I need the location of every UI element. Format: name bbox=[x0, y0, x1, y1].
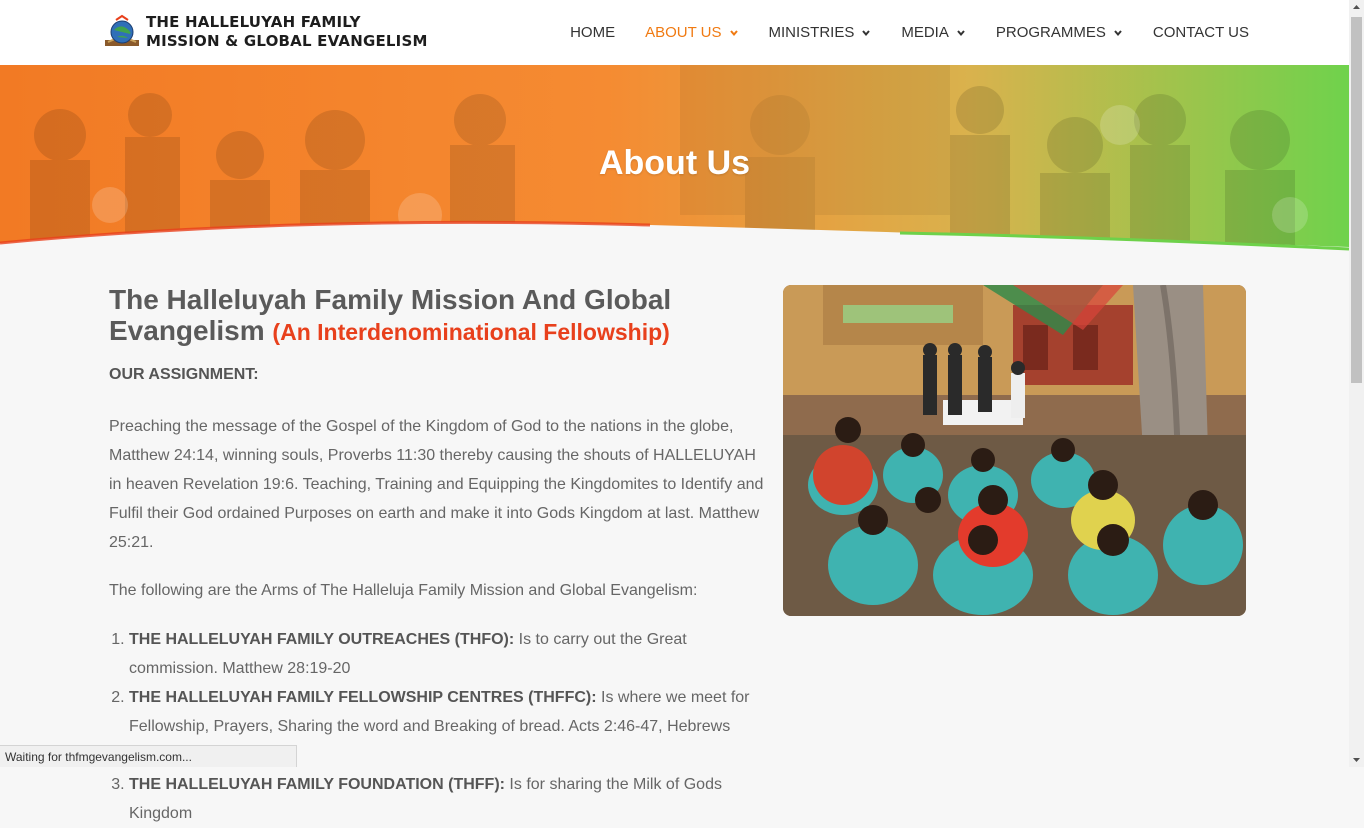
nav-ministries-label: MINISTRIES bbox=[768, 24, 855, 41]
brand-line-2: MISSION & GLOBAL EVANGELISM bbox=[146, 32, 428, 50]
assignment-label: OUR ASSIGNMENT: bbox=[109, 366, 259, 383]
main-nav: HOME ABOUT US MINISTRIES MEDIA PROGRAMME… bbox=[570, 0, 1249, 65]
arms-list: THE HALLELUYAH FAMILY OUTREACHES (THFO):… bbox=[109, 625, 771, 828]
nav-home[interactable]: HOME bbox=[570, 24, 615, 41]
browser-status-bar: Waiting for thfmgevangelism.com... bbox=[0, 745, 297, 767]
brand-line-1: THE HALLELUYAH FAMILY bbox=[146, 13, 361, 31]
arm-title: THE HALLELUYAH FAMILY OUTREACHES (THFO): bbox=[129, 631, 515, 648]
hero-title: About Us bbox=[598, 144, 751, 182]
nav-contact-label: CONTACT US bbox=[1152, 24, 1249, 41]
nav-home-label: HOME bbox=[570, 24, 616, 41]
chevron-down-icon bbox=[729, 29, 738, 36]
nav-media-label: MEDIA bbox=[901, 24, 949, 41]
globe-logo-icon bbox=[105, 14, 139, 46]
scroll-up-arrow-icon[interactable] bbox=[1349, 0, 1364, 15]
nav-about-label: ABOUT US bbox=[645, 24, 722, 41]
nav-contact-us[interactable]: CONTACT US bbox=[1153, 24, 1249, 41]
about-content: The Halleluyah Family Mission And Global… bbox=[109, 284, 771, 822]
nav-media[interactable]: MEDIA bbox=[901, 24, 966, 41]
arm-title: THE HALLELUYAH FAMILY FOUNDATION (THFF): bbox=[129, 776, 505, 793]
page-scrollbar[interactable] bbox=[1349, 0, 1364, 767]
congregation-image bbox=[783, 285, 1246, 616]
chevron-down-icon bbox=[862, 29, 871, 36]
site-header: THE HALLELUYAH FAMILY MISSION & GLOBAL E… bbox=[0, 0, 1349, 65]
nav-about-us[interactable]: ABOUT US bbox=[645, 24, 738, 41]
arms-intro: The following are the Arms of The Hallel… bbox=[109, 582, 698, 599]
nav-ministries[interactable]: MINISTRIES bbox=[769, 24, 872, 41]
chevron-down-icon bbox=[957, 29, 965, 36]
list-item: THE HALLELUYAH FAMILY OUTREACHES (THFO):… bbox=[129, 625, 771, 683]
page-heading: The Halleluyah Family Mission And Global… bbox=[109, 284, 771, 348]
nav-programmes-label: PROGRAMMES bbox=[995, 24, 1106, 41]
heading-accent: (An Interdenominational Fellowship) bbox=[272, 319, 670, 345]
list-item: THE HALLELUYAH FAMILY FOUNDATION (THFF):… bbox=[129, 770, 771, 828]
page-hero-banner: About Us bbox=[0, 65, 1349, 265]
nav-programmes[interactable]: PROGRAMMES bbox=[996, 24, 1123, 41]
arm-title: THE HALLELUYAH FAMILY FELLOWSHIP CENTRES… bbox=[129, 689, 597, 706]
assignment-paragraph: Preaching the message of the Gospel of t… bbox=[109, 418, 764, 551]
scroll-down-arrow-icon[interactable] bbox=[1349, 752, 1364, 767]
fellowship-photo bbox=[783, 285, 1246, 616]
chevron-down-icon bbox=[1114, 29, 1122, 36]
site-logo[interactable]: THE HALLELUYAH FAMILY MISSION & GLOBAL E… bbox=[102, 12, 428, 52]
scrollbar-thumb[interactable] bbox=[1351, 17, 1362, 383]
